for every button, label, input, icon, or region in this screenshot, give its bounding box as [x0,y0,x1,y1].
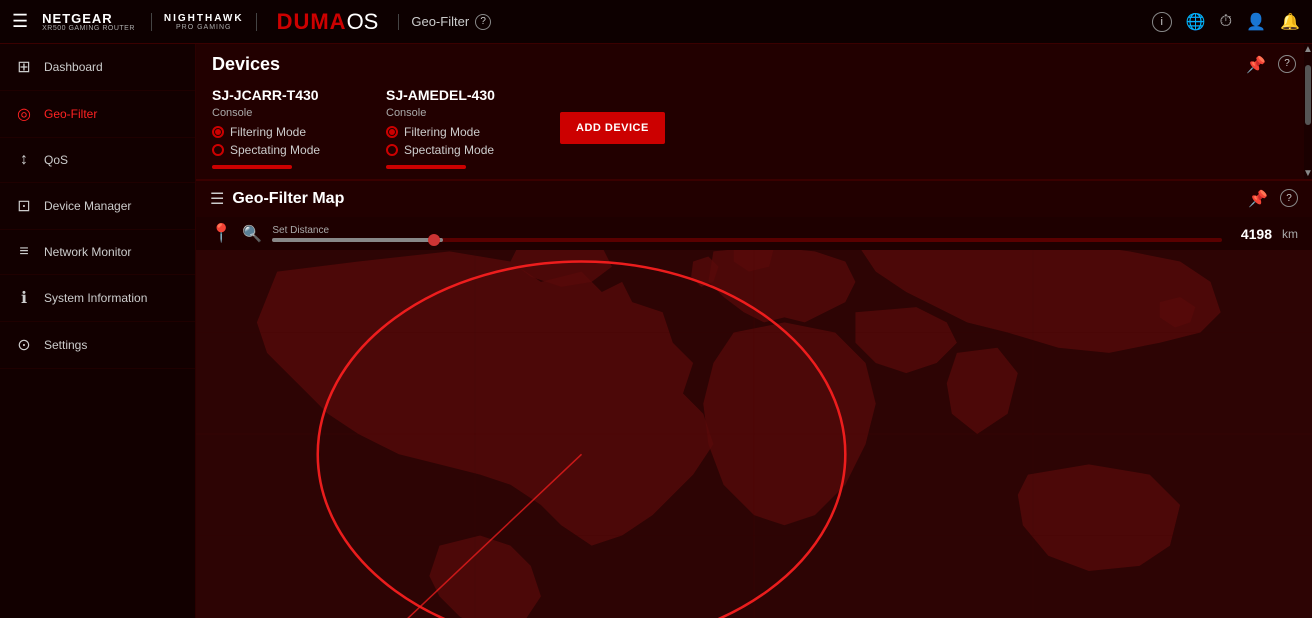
device-manager-icon: ⊡ [14,196,34,216]
duma-text: DUMA [277,9,347,35]
sidebar-label-system-information: System Information [44,291,147,305]
devices-title: Devices [212,54,280,75]
dumaos-logo: DUMA OS [277,9,379,35]
map-zoom-icon[interactable]: 🔍 [242,224,262,244]
network-monitor-icon: ≡ [14,243,34,261]
page-help-icon[interactable]: ? [475,14,491,30]
distance-unit: km [1282,227,1298,241]
sidebar-label-geo-filter: Geo-Filter [44,107,97,121]
devices-header: Devices 📌 ? [196,44,1312,81]
map-help-icon[interactable]: ? [1280,189,1298,207]
device-card-1: SJ-JCARR-T430 Console Filtering Mode Spe… [212,87,362,169]
device-1-name: SJ-JCARR-T430 [212,87,362,103]
netgear-logo: NETGEAR XR500 GAMING ROUTER [42,12,135,32]
distance-value: 4198 [1232,226,1272,242]
device-1-spectating-row[interactable]: Spectating Mode [212,143,362,157]
devices-header-icons: 📌 ? [1246,55,1296,75]
sidebar-label-device-manager: Device Manager [44,199,131,213]
content-area: Devices 📌 ? SJ-JCARR-T430 Console Filter… [196,44,1312,618]
netgear-sub-text: XR500 GAMING ROUTER [42,25,135,32]
nighthawk-sub-text: PRO GAMING [176,24,232,31]
globe-icon[interactable]: 🌐 [1186,12,1206,32]
distance-slider-container [272,238,1222,242]
sidebar-item-system-information[interactable]: ℹ System Information [0,275,195,322]
device-2-filtering-radio[interactable] [386,126,398,138]
page-title: Geo-Filter ? [398,14,491,30]
device-1-type: Console [212,107,362,119]
dashboard-icon: ⊞ [14,57,34,77]
map-pin-icon[interactable]: 📌 [1248,189,1268,209]
device-2-spectating-row[interactable]: Spectating Mode [386,143,536,157]
info-icon[interactable]: i [1152,12,1172,32]
user-icon[interactable]: 👤 [1246,12,1266,32]
device-1-spectating-label: Spectating Mode [230,143,320,157]
menu-icon[interactable]: ☰ [12,11,28,32]
device-1-filtering-row[interactable]: Filtering Mode [212,125,362,139]
map-header-icons: 📌 ? [1248,189,1298,209]
page-title-text: Geo-Filter [411,14,469,29]
devices-content: SJ-JCARR-T430 Console Filtering Mode Spe… [196,81,1312,179]
devices-panel: Devices 📌 ? SJ-JCARR-T430 Console Filter… [196,44,1312,181]
app-header: ☰ NETGEAR XR500 GAMING ROUTER NIGHTHAWK … [0,0,1312,44]
system-info-icon: ℹ [14,288,34,308]
main-layout: ⊞ Dashboard ◎ Geo-Filter ↕ QoS ⊡ Device … [0,44,1312,618]
device-2-type: Console [386,107,536,119]
sidebar-item-qos[interactable]: ↕ QoS [0,138,195,183]
nighthawk-brand-text: NIGHTHAWK [164,13,244,24]
device-2-spectating-radio[interactable] [386,144,398,156]
map-header: ☰ Geo-Filter Map 📌 ? [196,181,1312,217]
map-controls: 📍 🔍 Set Distance 4198 km [196,217,1312,250]
map-panel: ☰ Geo-Filter Map 📌 ? 📍 🔍 Set Distance [196,181,1312,618]
duma-os-text: OS [347,9,379,35]
device-2-filtering-label: Filtering Mode [404,125,480,139]
map-menu-icon[interactable]: ☰ [210,189,224,209]
settings-icon: ⊙ [14,335,34,355]
devices-help-icon[interactable]: ? [1278,55,1296,73]
device-1-filtering-label: Filtering Mode [230,125,306,139]
distance-slider-thumb[interactable] [428,234,440,246]
add-device-button[interactable]: ADD DEVICE [560,112,665,144]
sidebar-label-settings: Settings [44,338,87,352]
device-1-bar [212,165,292,169]
sidebar-item-geo-filter[interactable]: ◎ Geo-Filter [0,91,195,138]
sidebar-label-dashboard: Dashboard [44,60,103,74]
sidebar-item-dashboard[interactable]: ⊞ Dashboard [0,44,195,91]
qos-icon: ↕ [14,151,34,169]
devices-pin-icon[interactable]: 📌 [1246,55,1266,75]
device-2-filtering-row[interactable]: Filtering Mode [386,125,536,139]
device-1-spectating-radio[interactable] [212,144,224,156]
nighthawk-logo: NIGHTHAWK PRO GAMING [151,13,257,31]
device-2-spectating-label: Spectating Mode [404,143,494,157]
devices-scrollbar[interactable]: ▲ ▼ [1304,44,1312,179]
header-actions: i 🌐 ⏱ 👤 🔔 [1152,12,1300,32]
distance-slider-fill [272,238,443,242]
map-title: Geo-Filter Map [232,190,1240,208]
device-1-filtering-radio[interactable] [212,126,224,138]
device-2-bar [386,165,466,169]
sidebar-item-network-monitor[interactable]: ≡ Network Monitor [0,230,195,275]
device-2-name: SJ-AMEDEL-430 [386,87,536,103]
sidebar-item-device-manager[interactable]: ⊡ Device Manager [0,183,195,230]
geo-filter-icon: ◎ [14,104,34,124]
sidebar-label-network-monitor: Network Monitor [44,245,131,259]
sidebar-label-qos: QoS [44,153,68,167]
scroll-down-arrow[interactable]: ▼ [1303,168,1312,179]
world-map-svg [196,250,1312,618]
sidebar: ⊞ Dashboard ◎ Geo-Filter ↕ QoS ⊡ Device … [0,44,196,618]
scrollbar-thumb[interactable] [1305,65,1311,125]
distance-slider[interactable] [272,238,1222,242]
scroll-up-arrow[interactable]: ▲ [1303,44,1312,55]
set-distance-label: Set Distance [272,225,1222,236]
map-area[interactable] [196,250,1312,618]
clock-icon[interactable]: ⏱ [1220,13,1232,31]
netgear-brand-text: NETGEAR [42,12,113,25]
bell-icon[interactable]: 🔔 [1280,12,1300,32]
map-location-icon[interactable]: 📍 [210,223,232,244]
device-card-2: SJ-AMEDEL-430 Console Filtering Mode Spe… [386,87,536,169]
sidebar-item-settings[interactable]: ⊙ Settings [0,322,195,369]
